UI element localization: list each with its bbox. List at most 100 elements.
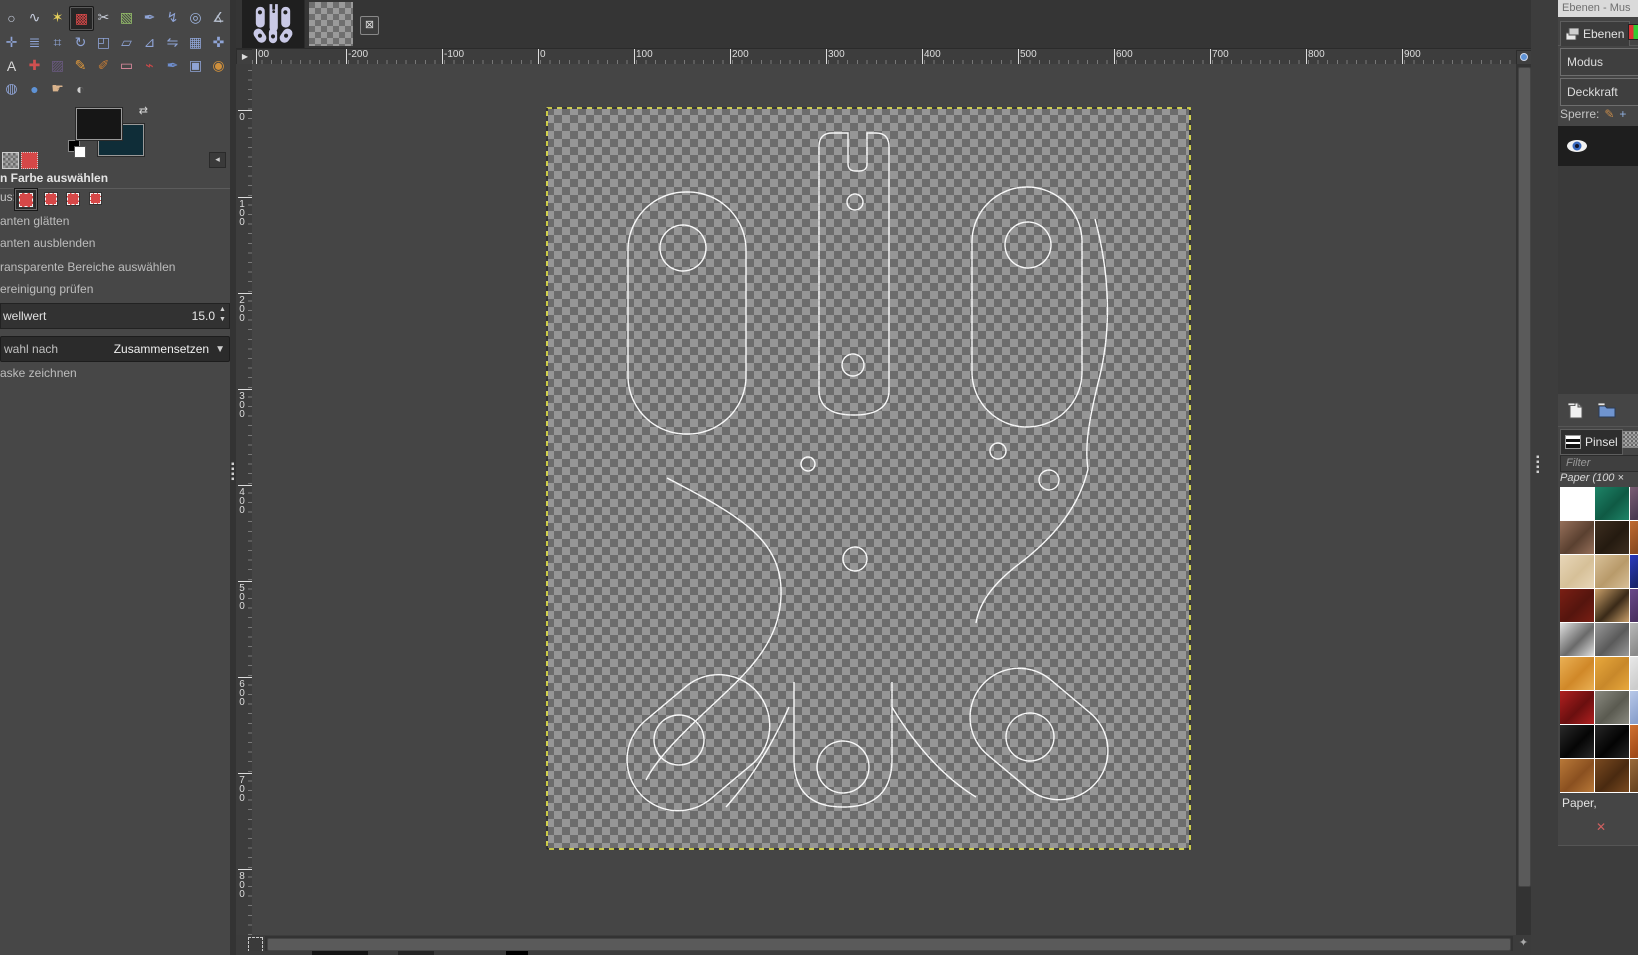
pattern-swatch[interactable] <box>1595 657 1629 690</box>
opacity-slider[interactable]: Deckkraft <box>1560 78 1638 106</box>
tool-perspective[interactable]: ⊿ <box>138 31 161 54</box>
option-draw-mask[interactable]: aske zeichnen <box>0 366 230 380</box>
tool-free-select[interactable]: ∿ <box>23 6 46 29</box>
tool-gradient[interactable]: ▨ <box>46 54 69 77</box>
swap-colors-icon[interactable]: ⇄ <box>139 104 148 117</box>
tool-eraser[interactable]: ▭ <box>115 54 138 77</box>
new-layer-group-button[interactable] <box>1598 403 1616 418</box>
mode-intersect-button[interactable] <box>84 188 106 209</box>
option-sample-merged[interactable]: ereinigung prüfen <box>0 282 230 296</box>
pattern-swatch[interactable] <box>1560 589 1594 622</box>
quick-mask-toggle[interactable] <box>248 937 263 952</box>
threshold-slider[interactable]: wellwert 15.0 ▲▼ <box>0 303 230 329</box>
threshold-spinner[interactable]: ▲▼ <box>217 305 228 327</box>
pattern-swatch[interactable] <box>1595 725 1629 758</box>
new-layer-button[interactable] <box>1568 402 1584 419</box>
mode-subtract-button[interactable] <box>62 188 84 209</box>
pattern-swatch[interactable] <box>1595 521 1629 554</box>
pattern-swatch[interactable] <box>1560 657 1594 690</box>
image-tab-active[interactable] <box>242 0 305 48</box>
vertical-scrollbar[interactable] <box>1516 64 1531 935</box>
pattern-swatch[interactable] <box>1560 487 1594 520</box>
tab-patterns[interactable] <box>1622 431 1638 448</box>
tool-flip[interactable]: ⇋ <box>161 31 184 54</box>
tool-ellipse-select[interactable]: ○ <box>0 6 23 29</box>
mode-replace-button[interactable] <box>14 188 38 211</box>
navigation-button[interactable]: ✦ <box>1516 936 1531 951</box>
lock-pixels-icon[interactable]: ✎ <box>1604 107 1614 121</box>
pattern-swatch[interactable] <box>1595 691 1629 724</box>
vertical-ruler[interactable]: 0100200300400500600700800 <box>236 64 253 935</box>
horizontal-ruler[interactable]: 00-200-1000100200300400500600700800900 <box>252 49 1516 65</box>
tool-text[interactable]: A <box>0 54 23 77</box>
tool-select-by-color[interactable]: ▩ <box>69 6 94 31</box>
foreground-color-swatch[interactable] <box>76 108 122 140</box>
tool-shear[interactable]: ▱ <box>115 31 138 54</box>
option-feather-edges[interactable]: anten ausblenden <box>0 236 230 250</box>
pattern-swatch[interactable] <box>1630 759 1638 792</box>
tool-paintbrush[interactable]: ✐ <box>92 54 115 77</box>
tab-layers[interactable]: Ebenen <box>1560 21 1630 46</box>
tool-dodge-burn[interactable]: ◐ <box>69 77 92 100</box>
option-select-transparent[interactable]: ransparente Bereiche auswählen <box>0 260 230 274</box>
layer-row[interactable] <box>1558 126 1638 166</box>
tab-channels[interactable] <box>1628 24 1638 40</box>
tool-fuzzy-select[interactable]: ✶ <box>46 6 69 29</box>
pattern-swatch[interactable] <box>1560 555 1594 588</box>
tool-blur-sharpen[interactable]: ● <box>23 77 46 100</box>
pattern-swatch[interactable] <box>1560 725 1594 758</box>
right-pane-splitter[interactable]: ▪▪▪▪ <box>1531 0 1558 955</box>
vertical-scrollbar-thumb[interactable] <box>1518 67 1531 887</box>
horizontal-scrollbar-thumb[interactable] <box>267 938 1511 951</box>
tool-stamp[interactable]: ◉ <box>207 54 230 77</box>
mode-add-button[interactable] <box>40 188 62 209</box>
splitter-grip[interactable]: ▪▪▪▪ <box>1536 455 1539 475</box>
tab-brushes[interactable]: Pinsel <box>1560 429 1623 455</box>
pattern-swatch[interactable] <box>1560 759 1594 792</box>
pattern-swatch[interactable] <box>1595 487 1629 520</box>
pattern-swatch[interactable] <box>1630 589 1638 622</box>
tool-paths[interactable]: ✒ <box>138 6 161 29</box>
canvas-viewport[interactable] <box>252 64 1531 935</box>
tool-cage-transform[interactable]: ▦ <box>184 31 207 54</box>
splitter-grip[interactable]: ▪▪▪▪ <box>231 462 234 482</box>
pattern-swatch[interactable] <box>1630 691 1638 724</box>
tool-clone[interactable]: ▣ <box>184 54 207 77</box>
pattern-swatch[interactable] <box>1595 555 1629 588</box>
horizontal-scrollbar[interactable] <box>265 936 1513 951</box>
tool-move[interactable]: ✛ <box>0 31 23 54</box>
tool-airbrush[interactable]: ⌁ <box>138 54 161 77</box>
tool-measure[interactable]: ∡ <box>207 6 230 29</box>
tool-zoom[interactable]: ◎ <box>184 6 207 29</box>
tool-crop[interactable]: ⌗ <box>46 31 69 54</box>
tool-smudge[interactable]: ☛ <box>46 77 69 100</box>
tool-scissors-select[interactable]: ✂ <box>92 6 115 29</box>
zoom-follow-window-button[interactable] <box>1516 50 1532 65</box>
tool-ink[interactable]: ✒ <box>161 54 184 77</box>
tool-align[interactable]: ≣ <box>23 31 46 54</box>
image-tab-transparent[interactable] <box>306 0 356 48</box>
close-icon[interactable]: ⊠ <box>360 16 379 35</box>
pattern-swatch[interactable] <box>1630 657 1638 690</box>
tool-rotate[interactable]: ↻ <box>69 31 92 54</box>
pattern-filter-input[interactable]: Filter <box>1560 455 1638 472</box>
option-antialiasing[interactable]: anten glätten <box>0 214 230 228</box>
tool-scale[interactable]: ◰ <box>92 31 115 54</box>
pattern-swatch[interactable] <box>1560 691 1594 724</box>
pattern-swatch[interactable] <box>1630 521 1638 554</box>
pattern-swatch[interactable] <box>1630 487 1638 520</box>
tool-foreground-select[interactable]: ▧ <box>115 6 138 29</box>
tool-handle-transform[interactable]: ✜ <box>207 31 230 54</box>
tool-heal[interactable]: ✚ <box>23 54 46 77</box>
tool-color-picker[interactable]: ↯ <box>161 6 184 29</box>
pattern-swatch[interactable] <box>1595 589 1629 622</box>
pattern-swatch[interactable] <box>1560 521 1594 554</box>
lock-position-icon[interactable]: + <box>1619 107 1626 121</box>
tool-warp-transform[interactable]: ◍ <box>0 77 23 100</box>
panel-collapse-button[interactable]: ◂ <box>209 152 226 168</box>
visibility-eye-icon[interactable] <box>1566 139 1588 153</box>
image-canvas[interactable] <box>546 107 1191 850</box>
pattern-swatch[interactable] <box>1630 623 1638 656</box>
delete-pattern-icon[interactable]: ✕ <box>1594 820 1608 834</box>
pattern-swatch[interactable] <box>1630 555 1638 588</box>
